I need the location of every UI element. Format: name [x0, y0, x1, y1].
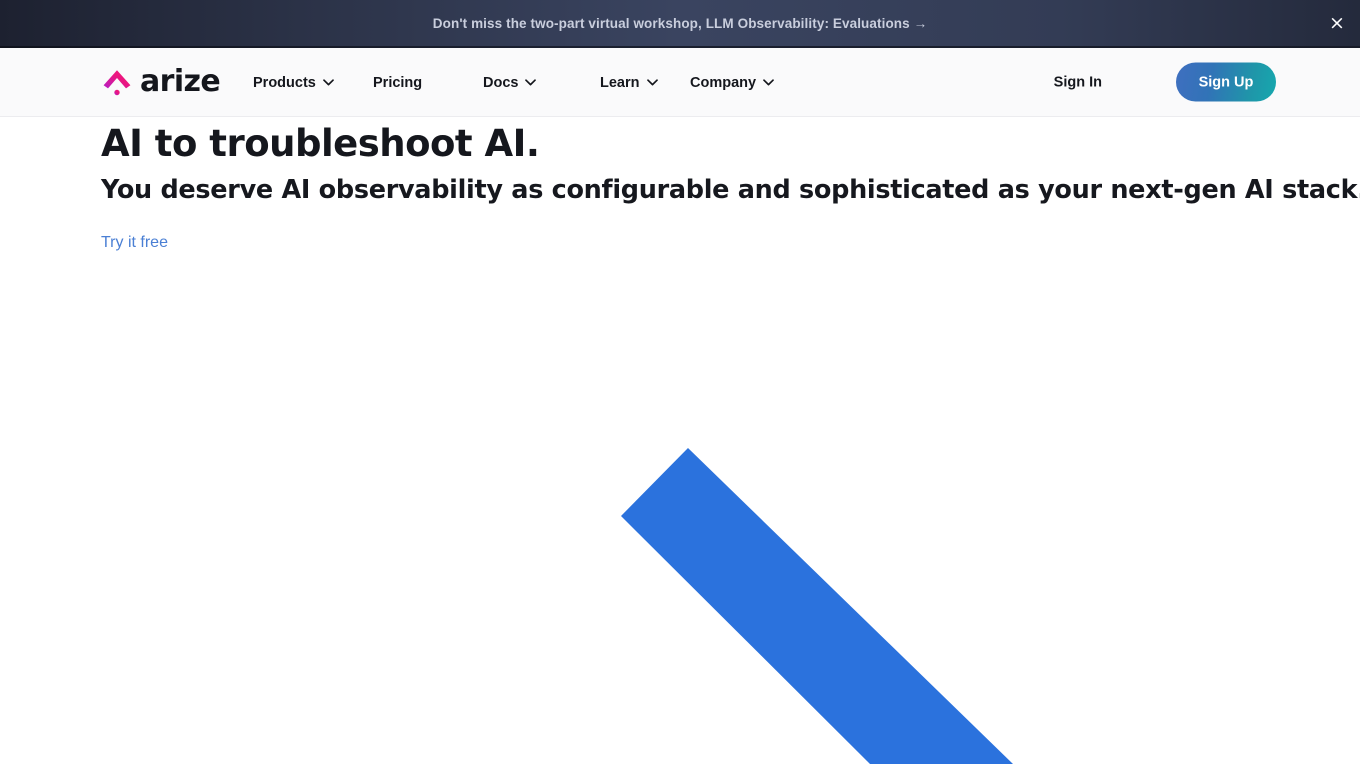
- nav-item-company[interactable]: Company: [690, 75, 774, 91]
- logo-wordmark: arize: [140, 64, 221, 99]
- nav-slot-learn: Learn: [600, 75, 690, 91]
- sign-in-link[interactable]: Sign In: [1054, 74, 1102, 90]
- announcement-banner-text: Don't miss the two-part virtual workshop…: [432, 15, 928, 31]
- announcement-banner[interactable]: Don't miss the two-part virtual workshop…: [0, 0, 1360, 46]
- sign-up-button[interactable]: Sign Up: [1176, 62, 1276, 102]
- page-root: Don't miss the two-part virtual workshop…: [0, 0, 1360, 764]
- page-title: AI to troubleshoot AI.: [101, 122, 540, 165]
- nav-item-pricing[interactable]: Pricing: [373, 75, 422, 91]
- nav-slot-docs: Docs: [483, 75, 600, 91]
- nav-item-docs-label: Docs: [483, 74, 519, 91]
- site-header: arize Products Pricing Docs Learn Compan…: [0, 48, 1360, 117]
- nav-slot-company: Company: [690, 75, 810, 91]
- chevron-down-icon: [763, 79, 774, 86]
- nav-item-company-label: Company: [690, 74, 757, 91]
- nav-item-products-label: Products: [253, 74, 316, 91]
- nav-item-docs[interactable]: Docs: [483, 74, 537, 91]
- nav-slot-products: Products: [253, 75, 373, 91]
- chevron-down-icon: [646, 79, 658, 86]
- arize-chevron-logo-icon: [101, 67, 133, 97]
- close-icon[interactable]: ×: [1322, 8, 1352, 38]
- chevron-down-icon: [322, 79, 334, 86]
- chevron-down-icon: [525, 79, 537, 86]
- nav-item-learn-label: Learn: [600, 74, 640, 91]
- nav-slot-pricing: Pricing: [373, 75, 483, 91]
- try-it-free-link[interactable]: Try it free: [101, 234, 168, 252]
- logo-home-link[interactable]: arize: [101, 64, 221, 99]
- hero-subheading: You deserve AI observability as configur…: [101, 175, 1360, 205]
- nav-item-pricing-label: Pricing: [373, 74, 423, 91]
- header-actions: Sign In Sign Up: [1054, 62, 1276, 102]
- primary-nav: Products Pricing Docs Learn Company: [253, 48, 810, 117]
- nav-item-learn[interactable]: Learn: [600, 75, 658, 91]
- nav-item-products[interactable]: Products: [253, 75, 334, 91]
